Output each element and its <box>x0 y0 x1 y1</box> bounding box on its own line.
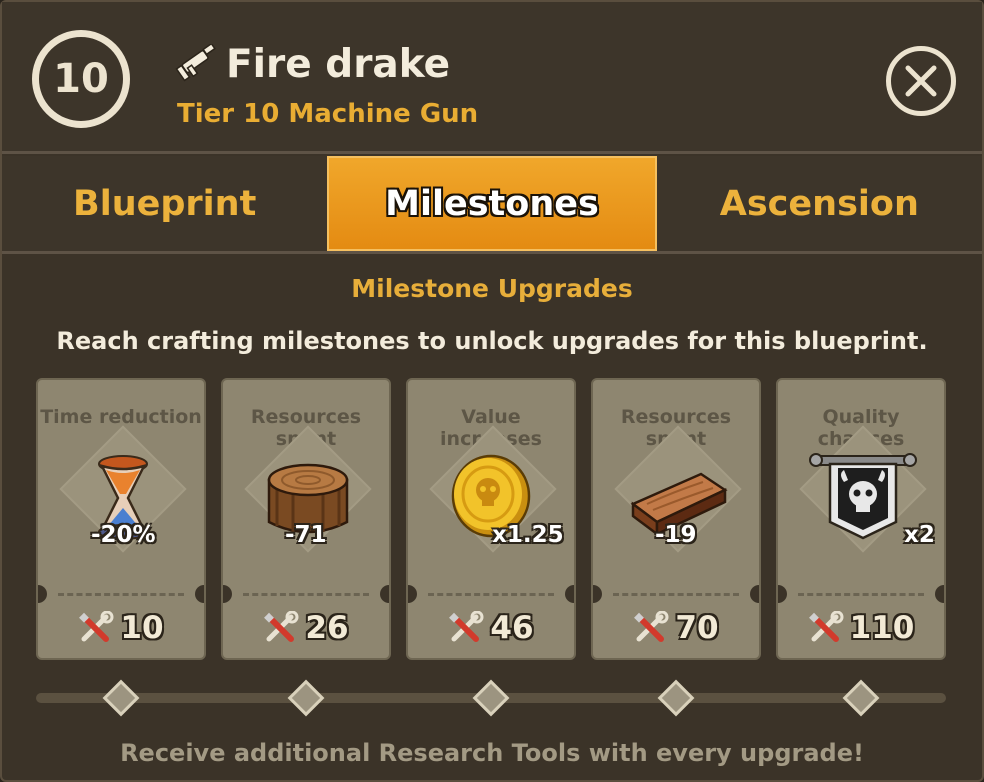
research-tools-icon <box>634 611 669 642</box>
blueprint-panel: 10 Fire drake Tier 10 Machine Gun Bluepr… <box>0 0 984 782</box>
milestone-requirement: 10 <box>38 610 204 646</box>
milestone-node <box>287 679 325 717</box>
milestone-node <box>102 679 140 717</box>
research-tools-icon <box>808 611 844 642</box>
card-notch <box>223 585 232 603</box>
level-number: 10 <box>53 56 109 102</box>
milestone-cards: Time reduction -20% 10 Resources -71 26 … <box>36 378 946 660</box>
tab-blueprint[interactable]: Blueprint <box>2 156 327 251</box>
card-divider <box>428 593 554 596</box>
milestone-value: -71 <box>285 522 327 548</box>
card-notch <box>380 585 389 603</box>
milestone-required-count: 10 <box>120 610 164 646</box>
blueprint-subtitle: Tier 10 Machine Gun <box>177 99 479 129</box>
milestone-requirement: 110 <box>778 610 944 646</box>
level-badge: 10 <box>32 30 130 128</box>
milestone-label: Time reduction <box>40 406 202 428</box>
milestone-card[interactable]: Resources spent -71 26 <box>221 378 391 660</box>
header: 10 Fire drake Tier 10 Machine Gun <box>2 2 982 154</box>
research-tools-icon <box>264 611 299 642</box>
section-description: Reach crafting milestones to unlock upgr… <box>56 327 928 355</box>
tab-label: Blueprint <box>73 183 257 224</box>
milestone-required-count: 46 <box>490 610 534 646</box>
tab-label: Ascension <box>719 183 919 224</box>
card-notch <box>38 585 47 603</box>
milestone-value: -20% <box>91 522 156 548</box>
milestone-requirement: 46 <box>408 610 574 646</box>
card-notch <box>750 585 759 603</box>
milestone-required-count: 26 <box>305 610 349 646</box>
milestone-requirement: 26 <box>223 610 389 646</box>
card-notch <box>935 585 944 603</box>
milestone-node <box>842 679 880 717</box>
machine-gun-icon <box>175 44 216 82</box>
milestone-card[interactable]: Quality chances x2 <box>776 378 946 660</box>
milestone-node <box>657 679 695 717</box>
close-button[interactable] <box>886 46 956 116</box>
tab-bar: Blueprint Milestones Ascension <box>2 156 982 254</box>
blueprint-title: Fire drake <box>226 42 451 87</box>
milestone-card[interactable]: Resources spent -19 70 <box>591 378 761 660</box>
card-divider <box>243 593 369 596</box>
close-icon <box>905 65 937 97</box>
card-divider <box>613 593 739 596</box>
milestone-value: x1.25 <box>492 522 564 548</box>
research-tools-icon <box>449 611 484 642</box>
milestone-required-count: 70 <box>675 610 719 646</box>
research-tools-icon <box>79 611 114 642</box>
milestone-card[interactable]: Value increases x1.25 <box>406 378 576 660</box>
card-notch <box>778 585 787 603</box>
tab-label: Milestones <box>385 183 599 224</box>
footer-note: Receive additional Research Tools with e… <box>120 739 864 767</box>
milestone-required-count: 110 <box>849 610 915 646</box>
milestone-node <box>472 679 510 717</box>
card-notch <box>408 585 417 603</box>
tab-milestones[interactable]: Milestones <box>327 156 657 251</box>
milestone-value: x2 <box>904 522 935 548</box>
card-divider <box>798 593 924 596</box>
skull-banner-icon <box>809 453 917 540</box>
milestone-value: -19 <box>655 522 697 548</box>
section-title: Milestone Upgrades <box>351 274 633 303</box>
card-notch <box>593 585 602 603</box>
card-notch <box>195 585 204 603</box>
milestone-requirement: 70 <box>593 610 759 646</box>
card-divider <box>58 593 184 596</box>
milestone-card[interactable]: Time reduction -20% 10 <box>36 378 206 660</box>
card-notch <box>565 585 574 603</box>
tab-ascension[interactable]: Ascension <box>657 156 982 251</box>
